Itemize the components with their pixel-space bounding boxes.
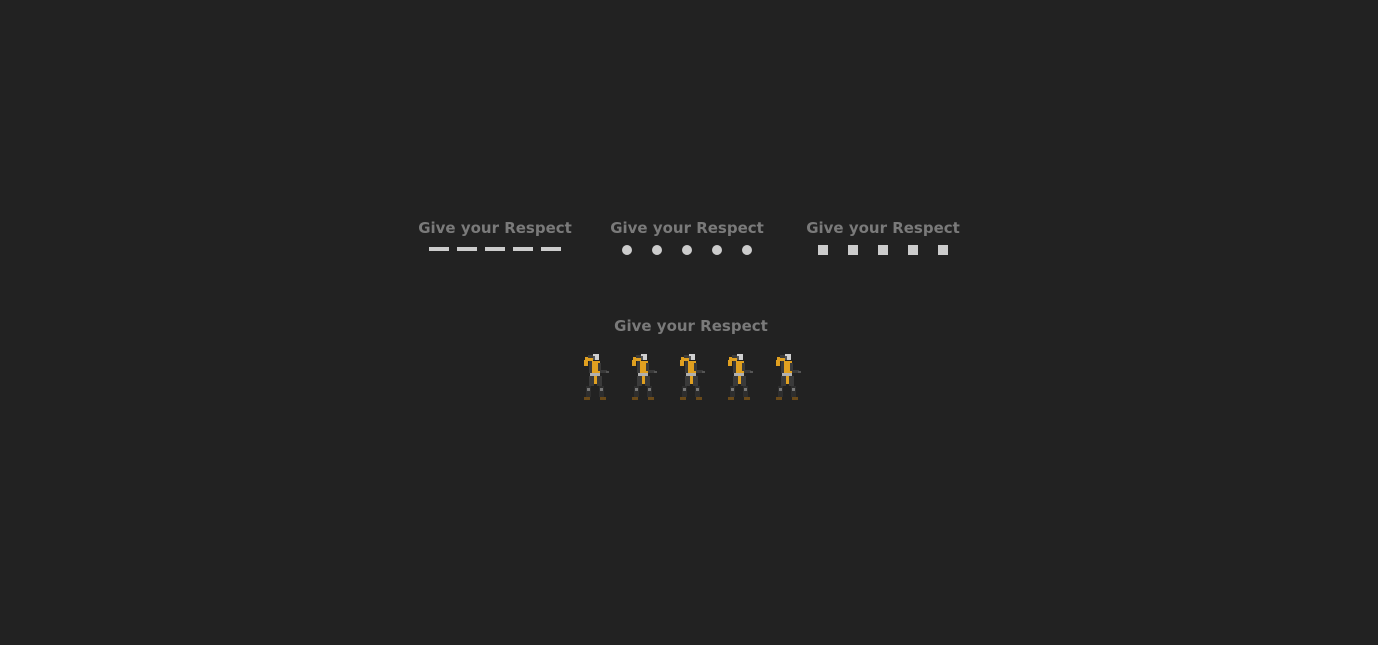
fighter-sprite-icon: [632, 354, 657, 400]
dash-indicator: [457, 247, 477, 251]
square-indicator: [938, 245, 948, 255]
dash-indicator: [485, 247, 505, 251]
loader-title: Give your Respect: [418, 219, 572, 237]
fighter-sprite-icon: [776, 354, 801, 400]
loader-title: Give your Respect: [614, 317, 768, 335]
dot-indicator: [682, 245, 692, 255]
square-indicator: [878, 245, 888, 255]
dot-indicator: [622, 245, 632, 255]
square-indicator-row: [818, 245, 948, 255]
loader-title: Give your Respect: [610, 219, 764, 237]
fighter-sprite-icon: [584, 354, 609, 400]
dash-indicator: [541, 247, 561, 251]
dash-indicator-row: [429, 247, 561, 251]
fighter-sprite-row: [580, 353, 802, 401]
square-indicator: [848, 245, 858, 255]
loader-dashes: Give your Respect: [418, 219, 572, 251]
dot-indicator: [742, 245, 752, 255]
fighter-sprite-icon: [728, 354, 753, 400]
square-indicator: [818, 245, 828, 255]
dash-indicator: [513, 247, 533, 251]
loader-fighters: Give your Respect: [566, 317, 816, 401]
loader-dots: Give your Respect: [610, 219, 764, 255]
dot-indicator: [712, 245, 722, 255]
dot-indicator-row: [622, 245, 752, 255]
loader-squares: Give your Respect: [806, 219, 960, 255]
dot-indicator: [652, 245, 662, 255]
fighter-sprite-icon: [680, 354, 705, 400]
loader-title: Give your Respect: [806, 219, 960, 237]
dash-indicator: [429, 247, 449, 251]
square-indicator: [908, 245, 918, 255]
